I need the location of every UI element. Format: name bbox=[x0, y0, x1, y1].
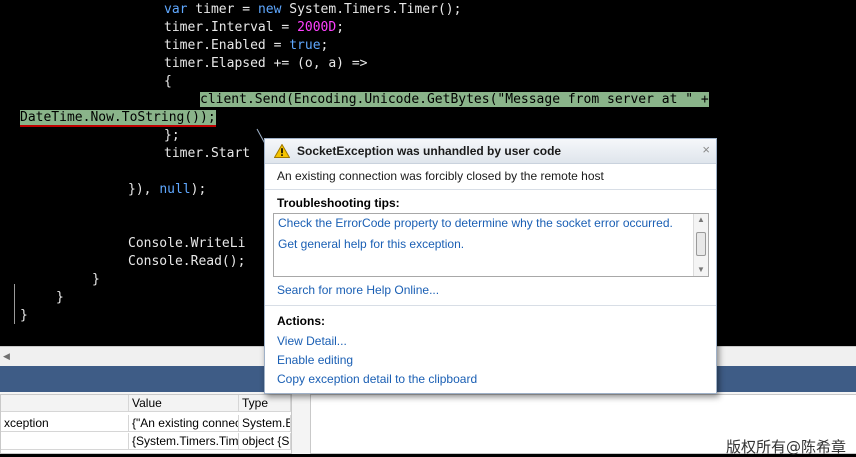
troubleshooting-title: Troubleshooting tips: bbox=[277, 196, 400, 210]
tip-link-general-help[interactable]: Get general help for this exception. bbox=[278, 237, 464, 251]
keyword: true bbox=[289, 38, 321, 53]
table-row-name[interactable] bbox=[1, 433, 129, 450]
code-text: timer.Enabled = bbox=[164, 38, 290, 53]
table-row-value[interactable]: {"An existing connec bbox=[129, 415, 239, 432]
number-literal: 2000D bbox=[297, 20, 337, 35]
keyword: new bbox=[257, 2, 282, 17]
column-header-type[interactable]: Type bbox=[239, 395, 291, 412]
current-statement-highlight: DateTime.Now.ToString()); bbox=[20, 110, 216, 127]
enable-editing-link[interactable]: Enable editing bbox=[277, 353, 353, 367]
actions-title: Actions: bbox=[277, 314, 325, 328]
code-line-13: } bbox=[92, 272, 100, 287]
current-statement-highlight: client.Send(Encoding.Unicode.GetBytes("M… bbox=[200, 92, 709, 107]
scroll-up-icon[interactable]: ▲ bbox=[697, 215, 705, 224]
scroll-thumb[interactable] bbox=[696, 232, 706, 256]
code-text: }), bbox=[128, 182, 160, 197]
code-text: ); bbox=[190, 182, 207, 197]
code-line-8: }; bbox=[164, 128, 180, 143]
code-text: ; bbox=[336, 20, 345, 35]
close-icon[interactable]: × bbox=[702, 142, 710, 157]
code-line-15: } bbox=[20, 308, 28, 323]
copy-exception-detail-link[interactable]: Copy exception detail to the clipboard bbox=[277, 372, 477, 386]
code-text: System.Timers.Timer(); bbox=[281, 2, 462, 17]
table-row-type[interactable]: object {S bbox=[239, 433, 291, 450]
divider bbox=[265, 189, 716, 190]
code-line-12: Console.Read(); bbox=[128, 254, 246, 269]
table-row-value[interactable]: {System.Timers.Tim bbox=[129, 433, 239, 450]
exception-assistant: SocketException was unhandled by user co… bbox=[264, 138, 717, 394]
code-line-2: timer.Interval = 2000D; bbox=[164, 19, 344, 37]
code-text: timer.Interval = bbox=[164, 20, 298, 35]
keyword: var bbox=[164, 2, 188, 17]
scroll-left-icon[interactable]: ◀ bbox=[3, 352, 10, 362]
column-header-value[interactable]: Value bbox=[129, 395, 239, 412]
exception-title: SocketException was unhandled by user co… bbox=[297, 144, 562, 158]
view-detail-link[interactable]: View Detail... bbox=[277, 334, 347, 348]
warning-icon bbox=[274, 144, 290, 158]
code-line-10: }), null); bbox=[128, 181, 206, 199]
scroll-down-icon[interactable]: ▼ bbox=[697, 265, 705, 274]
outline-guide bbox=[14, 284, 18, 324]
exception-titlebar: SocketException was unhandled by user co… bbox=[265, 139, 716, 164]
code-line-5: { bbox=[164, 74, 172, 89]
divider bbox=[265, 305, 716, 306]
code-line-7: DateTime.Now.ToString()); bbox=[20, 109, 216, 127]
search-help-online-link[interactable]: Search for more Help Online... bbox=[277, 283, 439, 297]
code-line-3: timer.Enabled = true; bbox=[164, 37, 328, 55]
locals-grid[interactable]: Value Type xception {"An existing connec… bbox=[0, 394, 292, 454]
code-text: timer = bbox=[187, 2, 258, 17]
code-line-4: timer.Elapsed += (o, a) => bbox=[164, 56, 368, 71]
keyword: null bbox=[159, 182, 191, 197]
code-line-9: timer.Start bbox=[164, 146, 251, 161]
code-line-6: client.Send(Encoding.Unicode.GetBytes("M… bbox=[200, 91, 709, 109]
exception-message: An existing connection was forcibly clos… bbox=[277, 169, 604, 183]
tip-link-errorcode[interactable]: Check the ErrorCode property to determin… bbox=[278, 216, 673, 230]
troubleshooting-tips-list[interactable]: Check the ErrorCode property to determin… bbox=[273, 213, 709, 277]
code-text: ; bbox=[320, 38, 329, 53]
code-line-11: Console.WriteLi bbox=[128, 236, 246, 251]
code-line-14: } bbox=[56, 290, 64, 305]
column-header-name[interactable] bbox=[1, 395, 129, 412]
table-row-type[interactable]: System.E bbox=[239, 415, 291, 432]
code-line-1: var timer = new System.Timers.Timer(); bbox=[164, 1, 461, 19]
table-row-name[interactable]: xception bbox=[1, 415, 129, 432]
tips-scrollbar[interactable]: ▲ ▼ bbox=[693, 214, 708, 276]
